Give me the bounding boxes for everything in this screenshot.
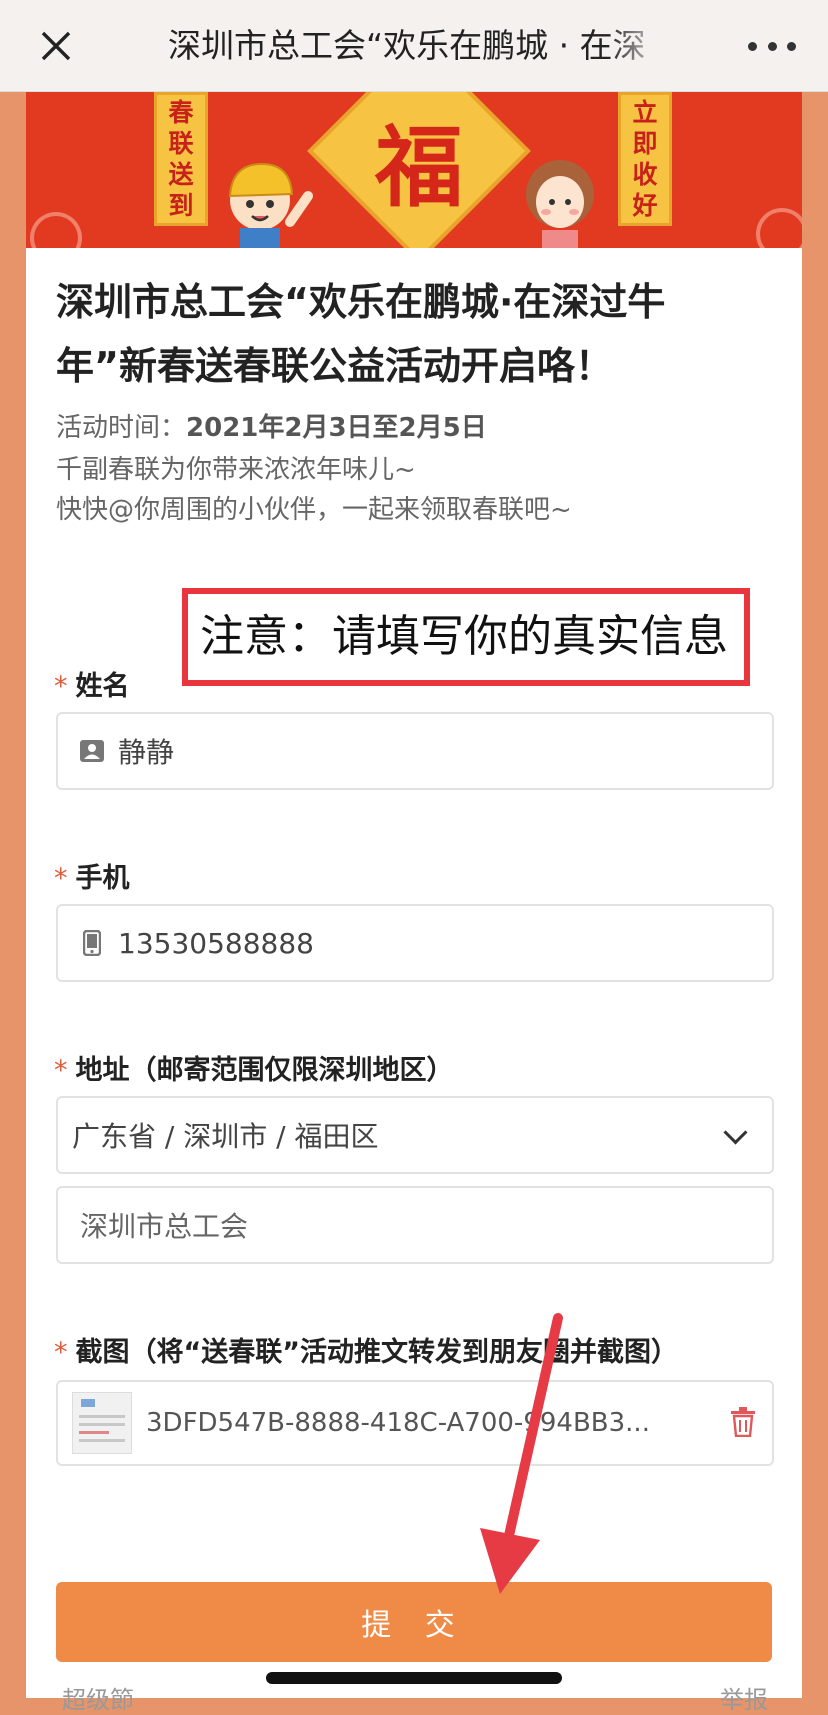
name-value: 静静 xyxy=(118,736,175,769)
phone-value: 13530588888 xyxy=(118,926,314,960)
phone-icon xyxy=(80,930,104,956)
main-card: 深圳市总工会“欢乐在鹏城·在深过牛年”新春送春联公益活动开启咯！ 活动时间：20… xyxy=(26,248,802,1698)
file-name: 3DFD547B-8888-418C-A700-994BB3... xyxy=(146,1408,650,1438)
intro-line-2: 千副春联为你带来浓浓年味儿~ xyxy=(56,455,416,485)
intro-line-3: 快快@你周围的小伙伴，一起来领取春联吧~ xyxy=(56,495,572,525)
festival-banner: 春 联 送 到 福 立 即 收 好 xyxy=(26,92,802,248)
top-nav-bar: 深圳市总工会“欢乐在鹏城 · 在深 xyxy=(0,0,828,92)
more-dots-icon xyxy=(748,41,757,51)
region-value: 广东省 / 深圳市 / 福田区 xyxy=(72,1120,379,1153)
close-icon xyxy=(41,31,71,61)
cartoon-girl-icon xyxy=(526,160,594,248)
trash-icon[interactable] xyxy=(728,1406,758,1438)
name-label: * 姓名 xyxy=(54,671,130,702)
address-detail-field[interactable]: 深圳市总工会 xyxy=(56,1186,774,1264)
home-indicator[interactable] xyxy=(266,1672,562,1684)
submit-button[interactable]: 提 交 xyxy=(56,1582,772,1662)
notice-annotation: 注意：请填写你的真实信息 xyxy=(182,588,750,686)
uploaded-file: 3DFD547B-8888-418C-A700-994BB3... xyxy=(56,1380,774,1466)
address-label: * 地址（邮寄范围仅限深圳地区） xyxy=(54,1055,454,1086)
name-field[interactable]: 静静 xyxy=(56,712,774,790)
headline: 深圳市总工会“欢乐在鹏城·在深过牛年”新春送春联公益活动开启咯！ xyxy=(56,280,666,388)
cloud-ornament-icon xyxy=(756,208,802,248)
more-button[interactable] xyxy=(748,30,796,62)
activity-time: 活动时间：2021年2月3日至2月5日 xyxy=(56,413,487,443)
screenshot-label: * 截图（将“送春联”活动推文转发到朋友圈并截图） xyxy=(54,1337,678,1368)
person-card-icon xyxy=(80,739,104,763)
close-button[interactable] xyxy=(36,26,76,66)
cloud-ornament-icon xyxy=(30,212,82,248)
phone-label: * 手机 xyxy=(54,863,130,894)
address-detail-value: 深圳市总工会 xyxy=(80,1210,249,1243)
phone-field[interactable]: 13530588888 xyxy=(56,904,774,982)
left-couplet: 春 联 送 到 xyxy=(154,92,208,226)
fu-character: 福 xyxy=(374,114,463,219)
region-select[interactable]: 广东省 / 深圳市 / 福田区 xyxy=(56,1096,774,1174)
chevron-down-icon xyxy=(723,1120,748,1145)
page-title: 深圳市总工会“欢乐在鹏城 · 在深 xyxy=(168,26,646,65)
right-couplet: 立 即 收 好 xyxy=(618,92,672,226)
cartoon-boy-icon xyxy=(228,162,313,248)
file-thumbnail[interactable] xyxy=(72,1392,132,1454)
